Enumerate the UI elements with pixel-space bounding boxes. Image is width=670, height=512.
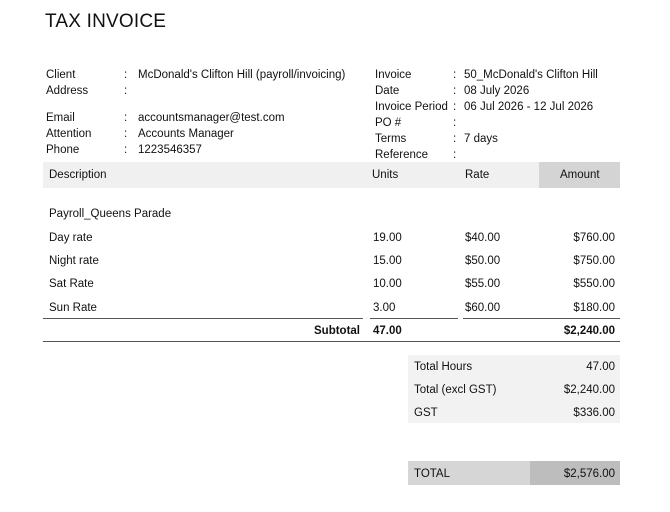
colon: : bbox=[453, 69, 457, 81]
row-amount: $180.00 bbox=[573, 302, 615, 314]
reference-label: Reference bbox=[375, 149, 429, 161]
colon: : bbox=[453, 149, 457, 161]
phone-value: 1223546357 bbox=[138, 144, 202, 156]
colon: : bbox=[453, 85, 457, 97]
invoice-title: TAX INVOICE bbox=[45, 11, 167, 32]
description-header: Description bbox=[49, 169, 107, 181]
email-value: accountsmanager@test.com bbox=[138, 112, 285, 124]
invoice-period-value: 06 Jul 2026 - 12 Jul 2026 bbox=[464, 101, 594, 113]
row-description: Day rate bbox=[49, 232, 93, 244]
colon: : bbox=[453, 133, 457, 145]
row-divider bbox=[370, 318, 458, 319]
invoice-value: 50_McDonald's Clifton Hill bbox=[464, 69, 598, 81]
row-description: Night rate bbox=[49, 255, 99, 267]
row-units: 10.00 bbox=[373, 278, 402, 290]
total-hours-value: 47.00 bbox=[586, 361, 615, 373]
colon: : bbox=[453, 117, 457, 129]
po-label: PO # bbox=[375, 117, 402, 129]
table-header-band bbox=[43, 162, 620, 188]
rate-header: Rate bbox=[465, 169, 490, 181]
total-excl-gst-label: Total (excl GST) bbox=[414, 384, 497, 396]
row-divider bbox=[463, 318, 620, 319]
row-rate: $55.00 bbox=[465, 278, 501, 290]
row-description: Sat Rate bbox=[49, 278, 94, 290]
total-hours-label: Total Hours bbox=[414, 361, 473, 373]
subtotal-amount: $2,240.00 bbox=[563, 325, 615, 337]
row-rate: $50.00 bbox=[465, 255, 501, 267]
colon: : bbox=[124, 112, 128, 124]
colon: : bbox=[124, 85, 128, 97]
client-value: McDonald's Clifton Hill (payroll/invoici… bbox=[138, 69, 346, 81]
total-label: TOTAL bbox=[414, 468, 450, 480]
row-description: Sun Rate bbox=[49, 302, 97, 314]
line-group-label: Payroll_Queens Parade bbox=[49, 208, 172, 220]
colon: : bbox=[124, 128, 128, 140]
row-rate: $60.00 bbox=[465, 302, 501, 314]
row-units: 3.00 bbox=[373, 302, 396, 314]
colon: : bbox=[124, 144, 128, 156]
row-amount: $750.00 bbox=[573, 255, 615, 267]
address-label: Address bbox=[46, 85, 89, 97]
attention-value: Accounts Manager bbox=[138, 128, 234, 140]
total-value: $2,576.00 bbox=[563, 468, 615, 480]
total-excl-gst-value: $2,240.00 bbox=[563, 384, 615, 396]
row-amount: $550.00 bbox=[573, 278, 615, 290]
attention-label: Attention bbox=[46, 128, 92, 140]
terms-value: 7 days bbox=[464, 133, 498, 145]
invoice-label: Invoice bbox=[375, 69, 412, 81]
client-label: Client bbox=[46, 69, 76, 81]
date-value: 08 July 2026 bbox=[464, 85, 530, 97]
gst-label: GST bbox=[414, 407, 438, 419]
amount-header: Amount bbox=[560, 169, 600, 181]
units-header: Units bbox=[372, 169, 399, 181]
row-rate: $40.00 bbox=[465, 232, 501, 244]
row-units: 15.00 bbox=[373, 255, 402, 267]
subtotal-label: Subtotal bbox=[314, 325, 360, 337]
email-label: Email bbox=[46, 112, 75, 124]
date-label: Date bbox=[375, 85, 400, 97]
row-units: 19.00 bbox=[373, 232, 402, 244]
row-amount: $760.00 bbox=[573, 232, 615, 244]
gst-value: $336.00 bbox=[573, 407, 615, 419]
subtotal-units: 47.00 bbox=[373, 325, 402, 337]
colon: : bbox=[124, 69, 128, 81]
invoice-period-label: Invoice Period bbox=[375, 101, 448, 113]
phone-label: Phone bbox=[46, 144, 80, 156]
subtotal-divider bbox=[43, 341, 620, 342]
terms-label: Terms bbox=[375, 133, 407, 145]
colon: : bbox=[453, 101, 457, 113]
row-divider bbox=[43, 318, 363, 319]
